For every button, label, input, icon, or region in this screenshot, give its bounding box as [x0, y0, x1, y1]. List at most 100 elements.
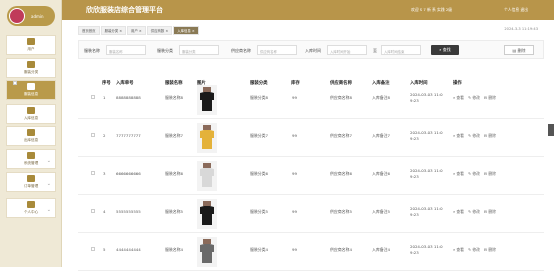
category-label: 服装分类	[157, 48, 173, 53]
chevron-down-icon: ⌄	[46, 158, 51, 164]
sidebar-item-system[interactable]: 系统管理 ⌄	[6, 149, 56, 169]
row-supplier: 供应商名称7	[330, 133, 352, 138]
search-button[interactable]: ⌕ 查找	[431, 45, 459, 55]
sidebar-item-outbound[interactable]: 出库信息	[6, 126, 56, 146]
edit-button[interactable]: ✎ 修改	[468, 133, 480, 139]
row-name: 服装名称7	[165, 133, 184, 138]
top-header: 欣欣服装店综合管理平台 欢迎 S 7 新 系 实践 2级 个人信息 退出	[62, 0, 554, 20]
edit-button[interactable]: ✎ 修改	[468, 171, 480, 177]
table-row[interactable]: 1 8888888888 服装名称8 服装分类8 99 供应商名称8 入库备注8 2024-0…	[78, 81, 544, 119]
edit-button[interactable]: ✎ 修改	[468, 95, 480, 101]
name-input[interactable]: 服装名称	[106, 45, 146, 55]
table-row[interactable]: 5 4444444444 服装名称4 服装分类4 99 供应商名称4 入库备注4 2024-0…	[78, 233, 544, 271]
avatar-image	[9, 8, 25, 24]
row-actions: ⌕ 查看 ✎ 修改 ⊟ 删除	[453, 95, 496, 101]
sidebar-item-label: 个人中心	[23, 210, 39, 214]
table-row[interactable]: 4 5555555555 服装名称5 服装分类5 99 供应商名称5 入库备注5 2024-0…	[78, 195, 544, 233]
row-code: 4444444444	[116, 247, 141, 252]
view-button[interactable]: ⌕ 查看	[453, 171, 464, 177]
chevron-down-icon: ⌄	[46, 181, 51, 187]
supplier-input[interactable]: 供应商名称	[257, 45, 297, 55]
clothing-image	[197, 161, 217, 191]
row-category: 服装分类5	[250, 209, 269, 214]
row-category: 服装分类6	[250, 171, 269, 176]
user-avatar[interactable]: admin	[7, 6, 55, 26]
tab-category[interactable]: 服装分类 ×	[100, 25, 127, 35]
delete-label: 删除	[517, 48, 526, 53]
row-supplier: 供应商名称4	[330, 247, 352, 252]
grid-icon	[27, 129, 35, 136]
row-supplier: 供应商名称6	[330, 171, 352, 176]
edit-button[interactable]: ✎ 修改	[468, 247, 480, 253]
view-button[interactable]: ⌕ 查看	[453, 133, 464, 139]
page-title: 欣欣服装店综合管理平台	[86, 6, 163, 14]
delete-button[interactable]: ▤ 删除	[504, 45, 534, 55]
row-time: 2024-03-03 11:0 9:23	[410, 206, 443, 217]
scrollbar-handle[interactable]	[548, 124, 554, 136]
row-checkbox[interactable]	[91, 133, 95, 137]
table-row[interactable]: 2 7777777777 服装名称7 服装分类7 99 供应商名称7 入库备注7 2024-0…	[78, 119, 544, 157]
row-supplier: 供应商名称5	[330, 209, 352, 214]
tab-users[interactable]: 用户 ×	[127, 25, 146, 35]
bar-chart-icon	[27, 107, 35, 114]
view-button[interactable]: ⌕ 查看	[453, 95, 464, 101]
row-name: 服装名称6	[165, 171, 184, 176]
row-stock: 99	[292, 133, 297, 138]
delete-row-button[interactable]: ⊟ 删除	[484, 133, 496, 139]
clothing-image	[197, 237, 217, 267]
sidebar: admin 用户 服装分类 服装信息 入库信息 出库信息 系统管理 ⌄ 订单管理…	[0, 0, 62, 267]
row-checkbox[interactable]	[91, 209, 95, 213]
tab-inbound[interactable]: 入库信息 ×	[173, 25, 199, 35]
row-time: 2024-03-03 11:0 9:23	[410, 130, 443, 141]
row-time: 2024-03-03 11:0 9:23	[410, 244, 443, 255]
row-name: 服装名称4	[165, 247, 184, 252]
select-all-checkbox[interactable]	[13, 81, 17, 85]
row-name: 服装名称8	[165, 95, 184, 100]
clothing-image	[197, 85, 217, 115]
row-number: 1	[103, 95, 106, 100]
row-code: 5555555555	[116, 209, 141, 214]
sidebar-item-inbound[interactable]: 入库信息	[6, 104, 56, 124]
header-actions[interactable]: 个人信息 退出	[504, 7, 528, 13]
delete-row-button[interactable]: ⊟ 删除	[484, 171, 496, 177]
row-checkbox[interactable]	[91, 95, 95, 99]
delete-row-button[interactable]: ⊟ 删除	[484, 247, 496, 253]
row-actions: ⌕ 查看 ✎ 修改 ⊟ 删除	[453, 171, 496, 177]
sidebar-item-label: 出库信息	[23, 138, 39, 142]
row-remark: 入库备注6	[372, 171, 391, 176]
tab-suppliers[interactable]: 供应商数 ×	[146, 25, 173, 35]
action-label: 修改	[472, 247, 480, 252]
action-label: 删除	[488, 95, 496, 100]
edit-button[interactable]: ✎ 修改	[468, 209, 480, 215]
view-button[interactable]: ⌕ 查看	[453, 209, 464, 215]
clothing-image	[197, 123, 217, 153]
sidebar-item-clothing-category[interactable]: 服装分类	[6, 58, 56, 78]
sidebar-item-label: 服装分类	[23, 70, 39, 74]
view-button[interactable]: ⌕ 查看	[453, 247, 464, 253]
row-number: 4	[103, 209, 106, 214]
action-label: 修改	[472, 209, 480, 214]
table-row[interactable]: 3 6666666666 服装名称6 服装分类6 99 供应商名称6 入库备注6 2024-0…	[78, 157, 544, 195]
sidebar-item-users[interactable]: 用户	[6, 35, 56, 55]
row-time: 2024-03-03 11:0 9:23	[410, 92, 443, 103]
row-checkbox[interactable]	[91, 247, 95, 251]
action-label: 删除	[488, 247, 496, 252]
end-time-input[interactable]: 入库时间结束	[381, 45, 421, 55]
tab-home[interactable]: 首页首页	[78, 25, 100, 35]
time-label: 入库时间	[305, 48, 321, 53]
start-time-input[interactable]: 入库时间开始	[327, 45, 367, 55]
action-label: 查看	[456, 247, 464, 252]
category-input[interactable]: 服装分类	[179, 45, 219, 55]
delete-row-button[interactable]: ⊟ 删除	[484, 95, 496, 101]
sidebar-item-orders[interactable]: 订单管理 ⌄	[6, 172, 56, 192]
sidebar-item-profile[interactable]: 个人中心 ⌄	[6, 198, 56, 218]
row-time: 2024-03-03 11:0 9:23	[410, 168, 443, 179]
delete-row-button[interactable]: ⊟ 删除	[484, 209, 496, 215]
row-code: 7777777777	[116, 133, 141, 138]
user-icon	[27, 38, 35, 45]
row-number: 5	[103, 247, 106, 252]
row-checkbox[interactable]	[91, 171, 95, 175]
action-label: 查看	[456, 133, 464, 138]
row-stock: 99	[292, 247, 297, 252]
sidebar-item-label: 系统管理	[23, 161, 39, 165]
